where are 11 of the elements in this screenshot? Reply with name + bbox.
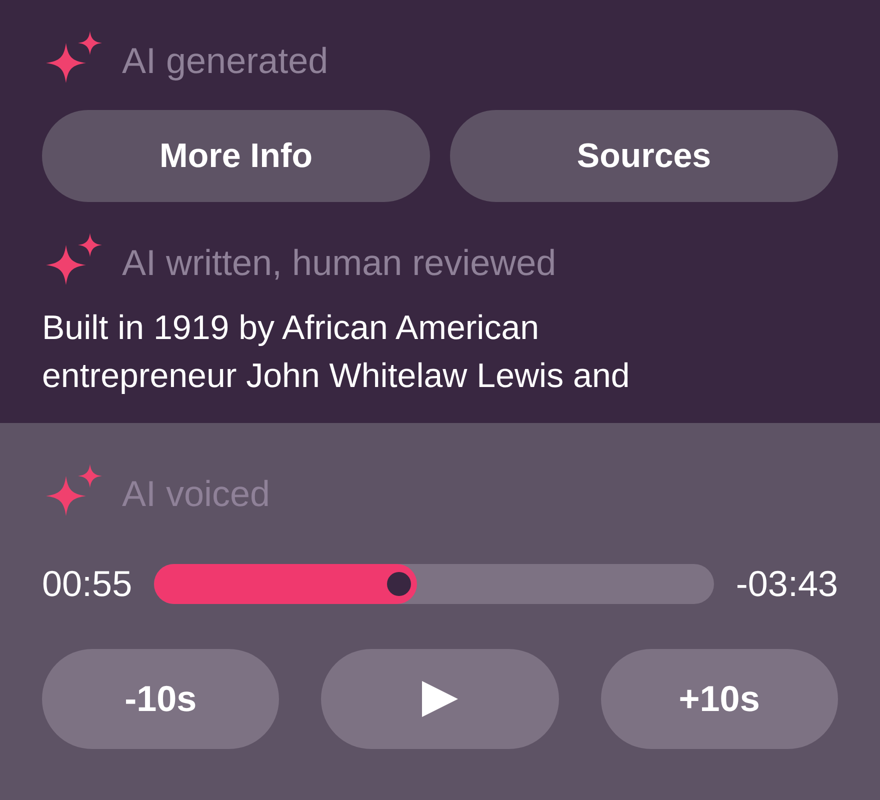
skip-button[interactable]: -10s [42,649,280,749]
description-text: Built in 1919 by African American entrepreneur John Whitelaw Lewis and [42,308,631,397]
play-icon [420,679,460,719]
elapsed-time: 00:55 [42,563,132,605]
progress-track[interactable] [154,564,714,604]
badge-label: AI written, human reviewed [122,242,556,284]
remaining-time: -03:43 [736,563,838,605]
more-info-button[interactable]: More Info [42,110,430,202]
badge-label: AI generated [122,40,328,82]
sources-button[interactable]: Sources [450,110,838,202]
skip-button[interactable]: +10s [600,649,838,749]
